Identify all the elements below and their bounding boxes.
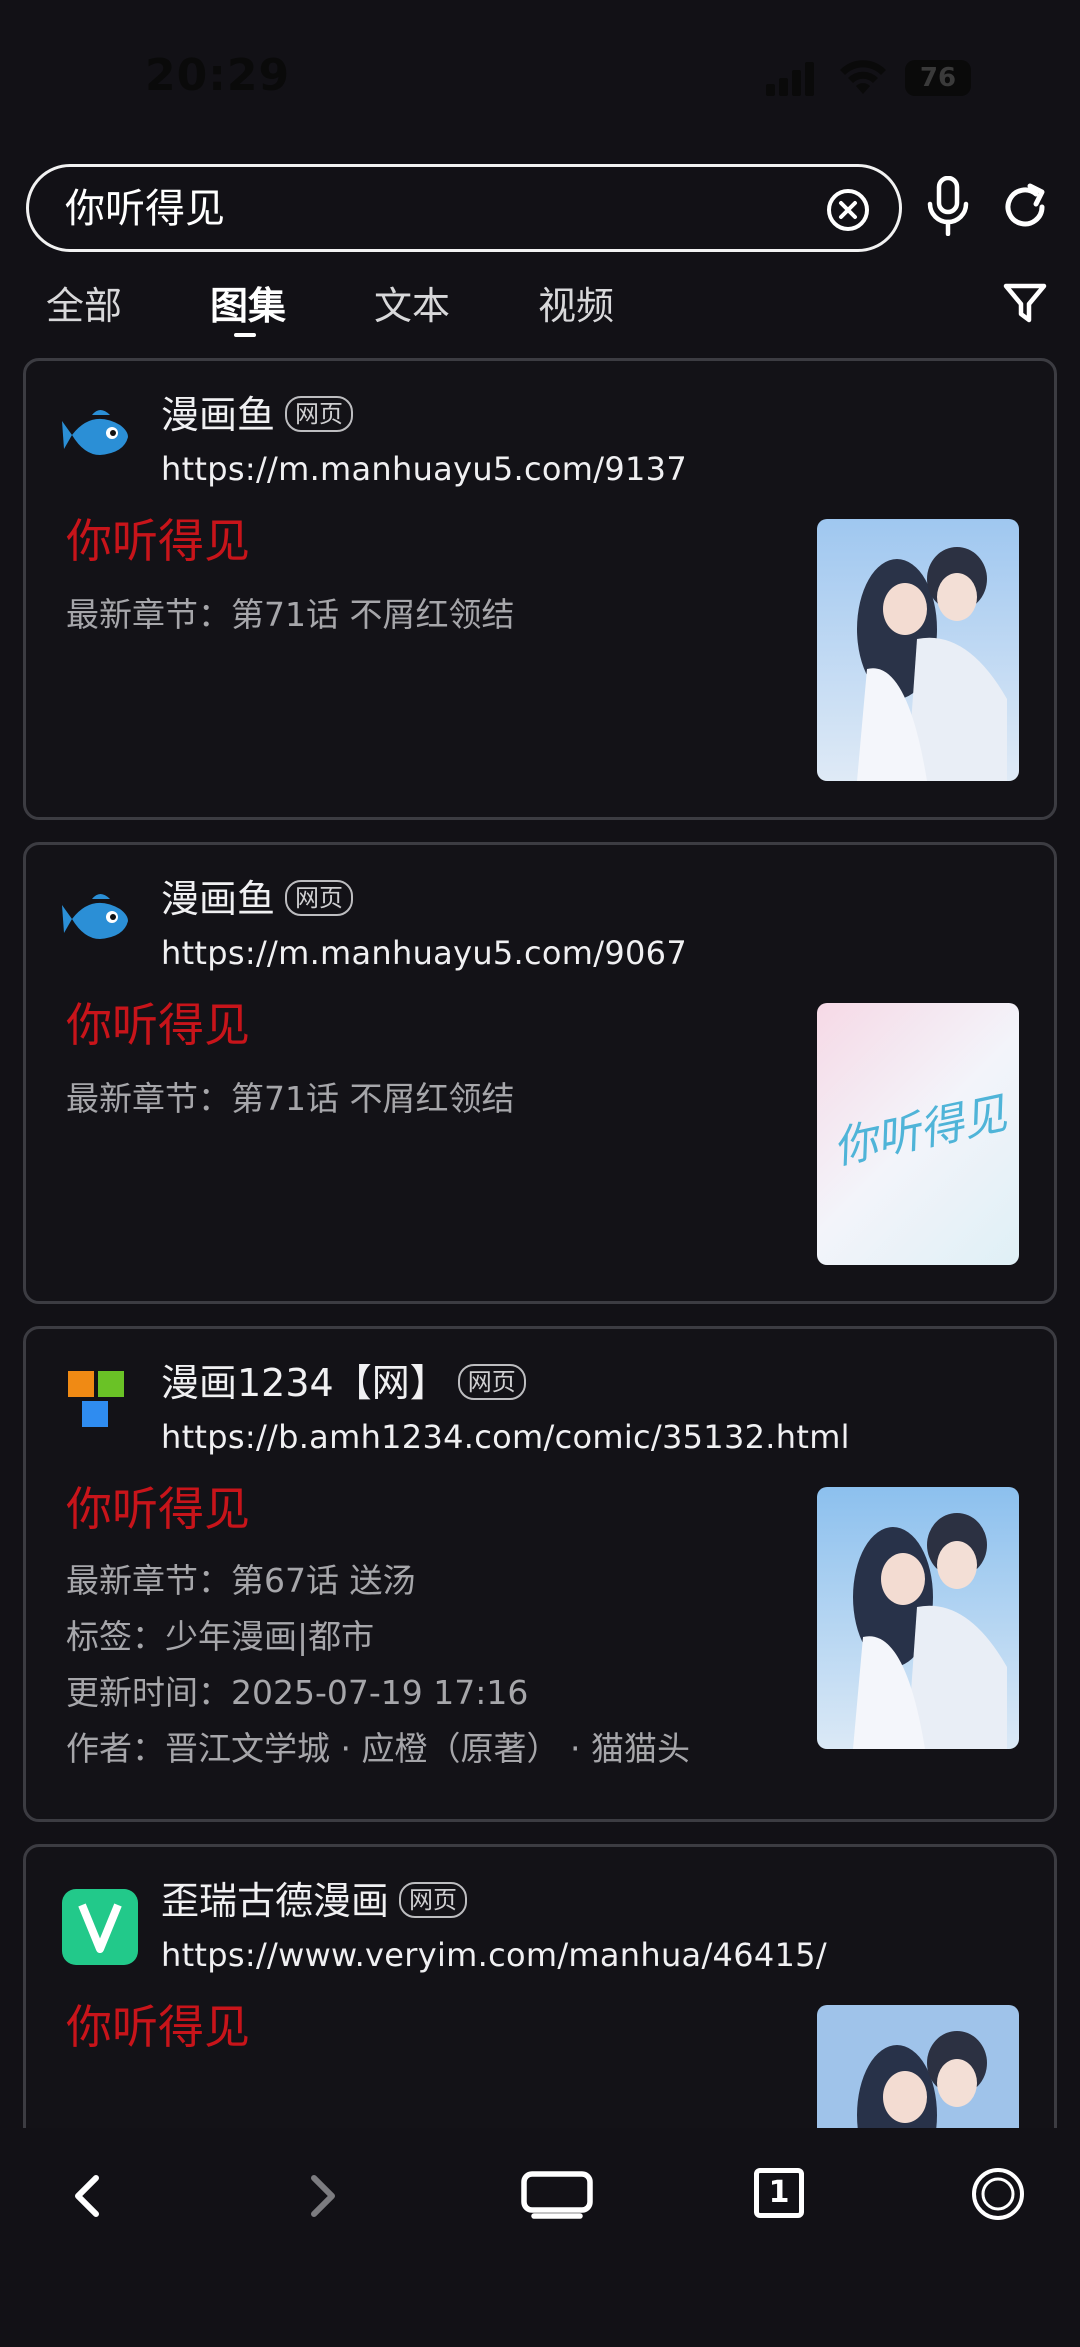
wifi-icon <box>840 60 886 94</box>
webpage-badge: 网页 <box>285 879 354 916</box>
forward-icon[interactable] <box>302 2172 342 2220</box>
result-title[interactable]: 你听得见 <box>66 995 250 1055</box>
v-logo-icon <box>62 1889 138 1965</box>
active-tab-indicator <box>234 333 256 337</box>
colored-squares-icon <box>68 1371 124 1427</box>
site-name: 漫画鱼 网页 <box>161 389 354 441</box>
tags: 标签：少年漫画|都市 <box>66 1617 375 1656</box>
cover-image[interactable] <box>817 519 1019 781</box>
author: 作者：晋江文学城 · 应橙（原著） · 猫猫头 <box>66 1729 690 1768</box>
webpage-badge: 网页 <box>399 1881 468 1918</box>
site-name: 漫画鱼 网页 <box>161 873 354 925</box>
webpage-badge: 网页 <box>285 395 354 432</box>
tab-gallery[interactable]: 图集 <box>210 276 286 336</box>
tab-count-button[interactable]: 1 <box>754 2168 804 2218</box>
search-input[interactable] <box>65 181 825 237</box>
latest-chapter: 最新章节：第71话 不屑红领结 <box>66 595 515 634</box>
clear-icon[interactable] <box>825 187 871 233</box>
site-url[interactable]: https://m.manhuayu5.com/9067 <box>161 931 687 975</box>
status-bar: 20:29 76 <box>0 0 1080 150</box>
tab-video[interactable]: 视频 <box>538 276 614 336</box>
filter-icon[interactable] <box>1003 282 1047 326</box>
search-bar[interactable] <box>26 164 902 252</box>
bottom-navigation: 1 <box>0 2128 1080 2347</box>
result-card[interactable]: 歪瑞古德漫画 网页 https://www.veryim.com/manhua/4… <box>23 1844 1057 2267</box>
tab-bar: 全部 图集 文本 视频 <box>0 276 1080 346</box>
site-name: 歪瑞古德漫画 网页 <box>161 1875 468 1927</box>
result-card[interactable]: 漫画鱼 网页 https://m.manhuayu5.com/9067 你听得见 … <box>23 842 1057 1304</box>
cover-image[interactable]: 你听得见 <box>817 1003 1019 1265</box>
fish-icon <box>62 894 128 939</box>
microphone-icon[interactable] <box>924 176 972 236</box>
site-url[interactable]: https://www.veryim.com/manhua/46415/ <box>161 1933 827 1977</box>
result-title[interactable]: 你听得见 <box>66 1997 250 2057</box>
result-card[interactable]: 漫画1234【网】 网页 https://b.amh1234.com/comic/… <box>23 1326 1057 1822</box>
site-url[interactable]: https://b.amh1234.com/comic/35132.html <box>161 1415 850 1459</box>
cover-text: 你听得见 <box>828 1088 1012 1175</box>
battery-indicator: 76 <box>905 60 971 96</box>
result-title[interactable]: 你听得见 <box>66 511 250 571</box>
refresh-icon[interactable] <box>1000 182 1050 232</box>
cover-image[interactable] <box>817 1487 1019 1749</box>
tab-text[interactable]: 文本 <box>374 276 450 336</box>
assistant-icon[interactable] <box>970 2166 1026 2222</box>
result-card[interactable]: 漫画鱼 网页 https://m.manhuayu5.com/9137 你听得见 … <box>23 358 1057 820</box>
site-name: 漫画1234【网】 网页 <box>161 1357 526 1409</box>
status-time: 20:29 <box>145 50 291 101</box>
site-url[interactable]: https://m.manhuayu5.com/9137 <box>161 447 687 491</box>
latest-chapter: 最新章节：第67话 送汤 <box>66 1561 416 1600</box>
webpage-badge: 网页 <box>457 1363 526 1400</box>
result-title[interactable]: 你听得见 <box>66 1479 250 1539</box>
fish-icon <box>62 410 128 455</box>
update-time: 更新时间：2025-07-19 17:16 <box>66 1673 529 1712</box>
latest-chapter: 最新章节：第71话 不屑红领结 <box>66 1079 515 1118</box>
cellular-signal-icon <box>766 62 816 96</box>
back-icon[interactable] <box>68 2172 108 2220</box>
tab-all[interactable]: 全部 <box>46 276 122 336</box>
window-icon[interactable] <box>520 2170 594 2220</box>
